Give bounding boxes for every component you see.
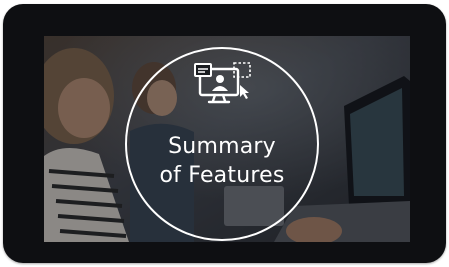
hero-title-line-2: of Features xyxy=(159,163,285,188)
hero-title-line-1: Summary xyxy=(168,134,276,159)
computer-user-screen-icon xyxy=(194,62,251,104)
hero-title: Summary of Features xyxy=(135,132,309,190)
tablet-screen: Summary of Features xyxy=(44,36,410,242)
tablet-frame: Summary of Features xyxy=(3,4,446,263)
